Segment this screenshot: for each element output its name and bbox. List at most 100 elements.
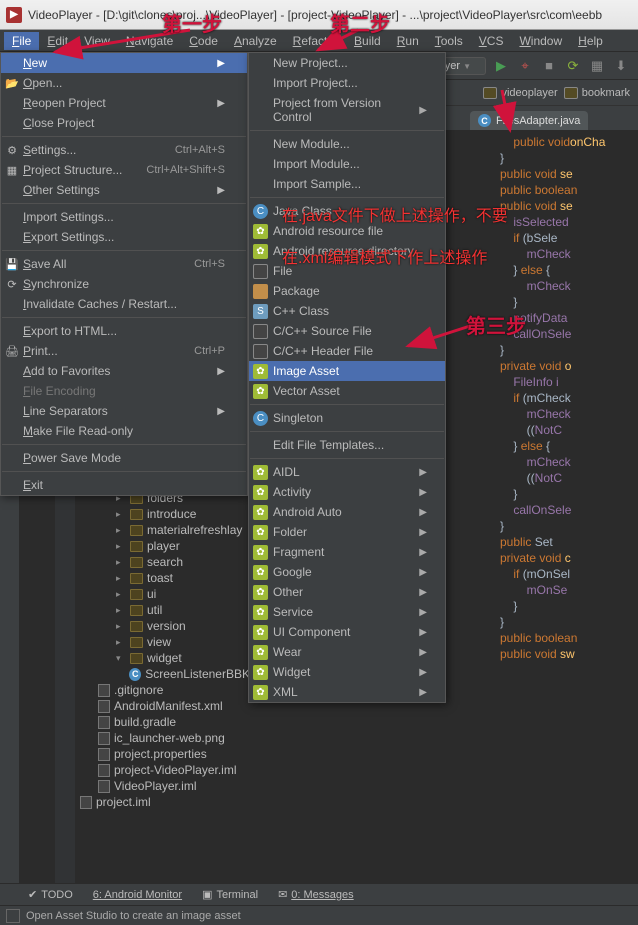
tree-node[interactable]: build.gradle — [80, 714, 250, 730]
file-menu-invalidate-caches-restart-[interactable]: Invalidate Caches / Restart... — [1, 294, 247, 314]
new-menu-image-asset[interactable]: ✿Image Asset — [249, 361, 445, 381]
file-menu-add-to-favorites[interactable]: Add to Favorites▶ — [1, 361, 247, 381]
tree-node[interactable]: ▸view — [80, 634, 250, 650]
menu-edit[interactable]: Edit — [39, 32, 76, 50]
new-menu-google[interactable]: ✿Google▶ — [249, 562, 445, 582]
new-menu-project-from-version-control[interactable]: Project from Version Control▶ — [249, 93, 445, 127]
new-menu-aidl[interactable]: ✿AIDL▶ — [249, 462, 445, 482]
new-menu-file[interactable]: File — [249, 261, 445, 281]
stop-icon[interactable]: ■ — [540, 57, 558, 75]
file-menu-exit[interactable]: Exit — [1, 475, 247, 495]
tree-node[interactable]: ▸search — [80, 554, 250, 570]
new-menu-edit-file-templates-[interactable]: Edit File Templates... — [249, 435, 445, 455]
chevron-icon[interactable]: ▸ — [116, 621, 126, 632]
new-menu-c-c-header-file[interactable]: C/C++ Header File — [249, 341, 445, 361]
tree-node[interactable]: ▸introduce — [80, 506, 250, 522]
tree-node[interactable]: ▸version — [80, 618, 250, 634]
new-menu-package[interactable]: Package — [249, 281, 445, 301]
tab-messages[interactable]: ✉ 0: Messages — [270, 886, 362, 903]
new-menu-widget[interactable]: ✿Widget▶ — [249, 662, 445, 682]
tab-terminal[interactable]: ▣ Terminal — [194, 886, 266, 903]
tree-node[interactable]: VideoPlayer.iml — [80, 778, 250, 794]
file-menu-export-settings-[interactable]: Export Settings... — [1, 227, 247, 247]
file-menu-save-all[interactable]: 💾Save AllCtrl+S — [1, 254, 247, 274]
file-menu-project-structure-[interactable]: ▦Project Structure...Ctrl+Alt+Shift+S — [1, 160, 247, 180]
new-menu-activity[interactable]: ✿Activity▶ — [249, 482, 445, 502]
new-menu-folder[interactable]: ✿Folder▶ — [249, 522, 445, 542]
editor-tab[interactable]: C FilesAdapter.java — [470, 111, 588, 130]
new-menu-android-resource-directory[interactable]: ✿Android resource directory — [249, 241, 445, 261]
tree-node[interactable]: ▾widget — [80, 650, 250, 666]
new-menu-android-auto[interactable]: ✿Android Auto▶ — [249, 502, 445, 522]
new-menu-import-sample-[interactable]: Import Sample... — [249, 174, 445, 194]
menu-help[interactable]: Help — [570, 32, 611, 50]
avd-icon[interactable]: ▦ — [588, 57, 606, 75]
chevron-icon[interactable]: ▸ — [116, 589, 126, 600]
tab-android-monitor[interactable]: 6: Android Monitor — [85, 887, 190, 903]
run-icon[interactable]: ▶ — [492, 57, 510, 75]
menu-build[interactable]: Build — [346, 32, 389, 50]
menu-window[interactable]: Window — [511, 32, 570, 50]
chevron-icon[interactable]: ▸ — [116, 573, 126, 584]
menu-file[interactable]: File — [4, 32, 39, 50]
chevron-icon[interactable]: ▾ — [116, 653, 126, 664]
breadcrumb-item[interactable]: bookmark — [564, 87, 630, 99]
tree-node[interactable]: .gitignore — [80, 682, 250, 698]
new-menu-singleton[interactable]: CSingleton — [249, 408, 445, 428]
tree-node[interactable]: project-VideoPlayer.iml — [80, 762, 250, 778]
file-menu-make-file-read-only[interactable]: Make File Read-only — [1, 421, 247, 441]
chevron-icon[interactable]: ▸ — [116, 637, 126, 648]
file-menu-import-settings-[interactable]: Import Settings... — [1, 207, 247, 227]
tab-todo[interactable]: ✔ TODO — [20, 886, 81, 903]
tree-node[interactable]: project.properties — [80, 746, 250, 762]
file-menu-close-project[interactable]: Close Project — [1, 113, 247, 133]
new-menu-java-class[interactable]: CJava Class — [249, 201, 445, 221]
new-menu-c-class[interactable]: SC++ Class — [249, 301, 445, 321]
sync-icon[interactable]: ⟳ — [564, 57, 582, 75]
menu-view[interactable]: View — [76, 32, 118, 50]
breadcrumb-item[interactable]: videoplayer — [483, 87, 557, 99]
file-menu-power-save-mode[interactable]: Power Save Mode — [1, 448, 247, 468]
file-menu-print-[interactable]: 🖨Print...Ctrl+P — [1, 341, 247, 361]
chevron-icon[interactable]: ▸ — [116, 605, 126, 616]
chevron-icon[interactable]: ▸ — [116, 541, 126, 552]
new-menu-c-c-source-file[interactable]: C/C++ Source File — [249, 321, 445, 341]
debug-icon[interactable]: ⌖ — [516, 57, 534, 75]
new-menu-other[interactable]: ✿Other▶ — [249, 582, 445, 602]
menu-code[interactable]: Code — [181, 32, 226, 50]
new-menu-xml[interactable]: ✿XML▶ — [249, 682, 445, 702]
tree-node[interactable]: ic_launcher-web.png — [80, 730, 250, 746]
new-menu-import-project-[interactable]: Import Project... — [249, 73, 445, 93]
new-menu-wear[interactable]: ✿Wear▶ — [249, 642, 445, 662]
tree-node[interactable]: ▸player — [80, 538, 250, 554]
new-menu-vector-asset[interactable]: ✿Vector Asset — [249, 381, 445, 401]
new-menu-fragment[interactable]: ✿Fragment▶ — [249, 542, 445, 562]
menu-navigate[interactable]: Navigate — [118, 32, 181, 50]
new-menu-import-module-[interactable]: Import Module... — [249, 154, 445, 174]
menu-vcs[interactable]: VCS — [471, 32, 512, 50]
tree-node[interactable]: ▸util — [80, 602, 250, 618]
file-menu-export-to-html-[interactable]: Export to HTML... — [1, 321, 247, 341]
new-menu-android-resource-file[interactable]: ✿Android resource file — [249, 221, 445, 241]
new-menu-new-project-[interactable]: New Project... — [249, 53, 445, 73]
file-menu-settings-[interactable]: ⚙Settings...Ctrl+Alt+S — [1, 140, 247, 160]
file-menu-line-separators[interactable]: Line Separators▶ — [1, 401, 247, 421]
file-menu-synchronize[interactable]: ⟳Synchronize — [1, 274, 247, 294]
menu-run[interactable]: Run — [389, 32, 427, 50]
menu-tools[interactable]: Tools — [427, 32, 471, 50]
menu-analyze[interactable]: Analyze — [226, 32, 285, 50]
sdk-icon[interactable]: ⬇ — [612, 57, 630, 75]
chevron-icon[interactable]: ▸ — [116, 525, 126, 536]
new-menu-new-module-[interactable]: New Module... — [249, 134, 445, 154]
file-menu-reopen-project[interactable]: Reopen Project▶ — [1, 93, 247, 113]
tree-node[interactable]: CScreenListenerBBK — [80, 666, 250, 682]
chevron-icon[interactable]: ▸ — [116, 557, 126, 568]
tree-node[interactable]: ▸materialrefreshlay — [80, 522, 250, 538]
tree-node[interactable]: project.iml — [80, 794, 250, 810]
tree-node[interactable]: ▸toast — [80, 570, 250, 586]
tree-node[interactable]: ▸ui — [80, 586, 250, 602]
menu-refactor[interactable]: Refactor — [285, 32, 346, 50]
file-menu-new[interactable]: New▶ — [1, 53, 247, 73]
file-menu-other-settings[interactable]: Other Settings▶ — [1, 180, 247, 200]
file-menu-open-[interactable]: 📂Open... — [1, 73, 247, 93]
